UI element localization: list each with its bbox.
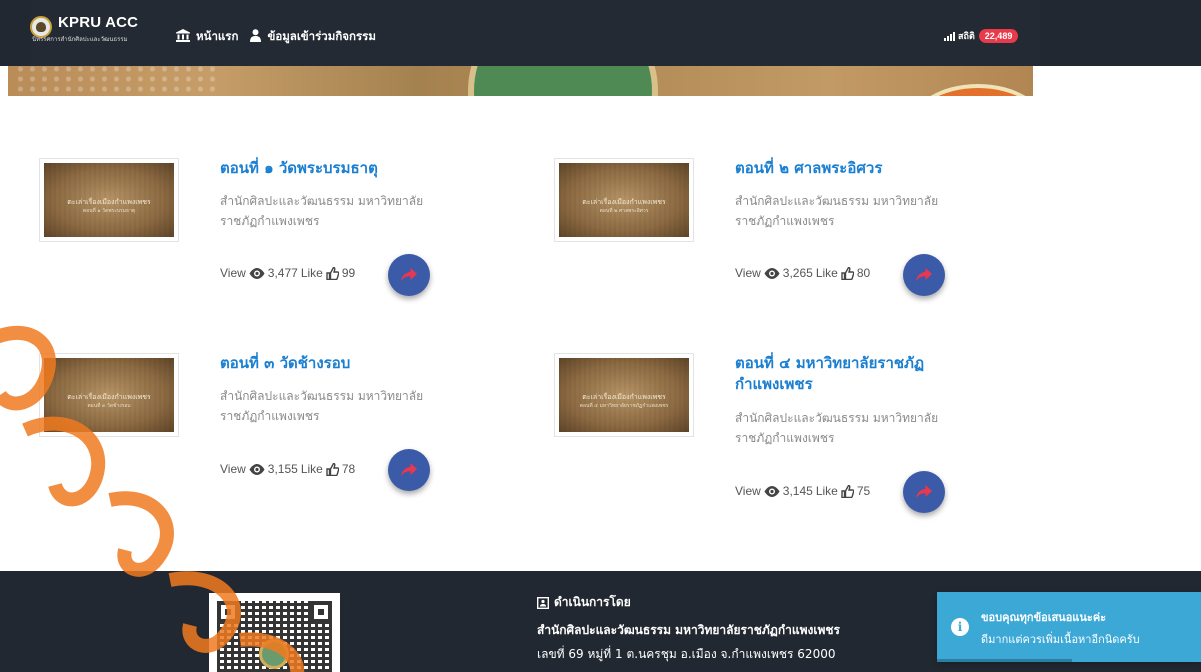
- like-count: 99: [341, 266, 356, 280]
- toast-message: ดีมากแต่ควรเพิ่มเนื้อหาอีกนิดครับ: [981, 633, 1140, 646]
- episode-description: สำนักศิลปะและวัฒนธรรม มหาวิทยาลัยราชภัฏก…: [735, 411, 939, 445]
- episode-thumbnail[interactable]: ตะเล่าเรื่องเมืองกำแพงเพชร ตอนที่ ๑ วัดพ…: [39, 158, 179, 242]
- view-count: 3,155: [267, 462, 298, 476]
- eye-icon: [764, 267, 780, 279]
- hero-emblem: [468, 66, 658, 96]
- footer-address: เลขที่ 69 หมู่ที่ 1 ต.นครชุม อ.เมือง จ.ก…: [537, 647, 836, 661]
- share-arrow-icon: [401, 463, 417, 477]
- feedback-toast[interactable]: i ขอบคุณทุกข้อเสนอแนะค่ะ ดีมากแต่ควรเพิ่…: [937, 592, 1201, 662]
- thumbs-up-icon: [841, 266, 854, 280]
- thumbnail-subcaption: ตอนที่ ๑ วัดพระบรมธาตุ: [82, 208, 136, 214]
- footer-organization: สำนักศิลปะและวัฒนธรรม มหาวิทยาลัยราชภัฏก…: [537, 623, 840, 637]
- like-label: Like: [300, 462, 323, 476]
- view-count: 3,145: [782, 484, 813, 498]
- thumbs-up-icon: [326, 462, 339, 476]
- share-arrow-icon: [916, 268, 932, 282]
- brand-title: KPRU ACC: [58, 14, 139, 31]
- operated-by-label: ดำเนินการโดย: [554, 595, 631, 609]
- episode-stats: View 3,477 Like 99: [220, 266, 355, 280]
- toast-timer-bar: [937, 659, 1072, 662]
- hero-decoration: [908, 84, 1033, 96]
- hero-banner: [8, 66, 1033, 96]
- episode-description: สำนักศิลปะและวัฒนธรรม มหาวิทยาลัยราชภัฏก…: [220, 389, 424, 423]
- share-button[interactable]: [903, 254, 945, 296]
- view-count: 3,265: [782, 266, 813, 280]
- stats-label: สถิติ: [958, 32, 975, 42]
- view-count: 3,477: [267, 266, 298, 280]
- share-button[interactable]: [903, 471, 945, 513]
- nav-participation-label: ข้อมูลเข้าร่วมกิจกรรม: [267, 29, 376, 43]
- view-label: View: [220, 266, 246, 280]
- episode-stats: View 3,265 Like 80: [735, 266, 870, 280]
- episode-title[interactable]: ตอนที่ ๓ วัดช้างรอบ: [220, 353, 450, 374]
- eye-icon: [249, 267, 265, 279]
- thumbs-up-icon: [326, 266, 339, 280]
- main-nav: หน้าแรก ข้อมูลเข้าร่วมกิจกรรม: [176, 28, 388, 46]
- qr-center-logo-icon: [259, 639, 289, 669]
- like-count: 75: [856, 484, 871, 498]
- thumbnail-subcaption: ตอนที่ ๔ มหาวิทยาลัยราชภัฏกำแพงเพชร: [579, 403, 669, 409]
- share-arrow-icon: [916, 485, 932, 499]
- thumbnail-subcaption: ตอนที่ ๒ ศาลพระอิศวร: [599, 208, 649, 214]
- episode-title[interactable]: ตอนที่ ๑ วัดพระบรมธาตุ: [220, 158, 450, 179]
- like-label: Like: [815, 266, 838, 280]
- info-icon: i: [951, 618, 969, 636]
- view-label: View: [735, 266, 761, 280]
- episode-stats: View 3,155 Like 78: [220, 462, 355, 476]
- stats-count-badge: 22,489: [978, 29, 1019, 43]
- thumbnail-subcaption: ตอนที่ ๓ วัดช้างรอบ: [87, 403, 131, 409]
- bank-icon: [176, 29, 190, 45]
- qr-code: [209, 593, 340, 672]
- episode-stats: View 3,145 Like 75: [735, 484, 870, 498]
- signal-bars-icon: [944, 31, 956, 41]
- visitor-stats: สถิติ 22,489: [944, 29, 1019, 43]
- toast-title: ขอบคุณทุกข้อเสนอแนะค่ะ: [981, 611, 1107, 624]
- view-label: View: [220, 462, 246, 476]
- episode-title[interactable]: ตอนที่ ๔ มหาวิทยาลัยราชภัฏกำแพงเพชร: [735, 353, 960, 395]
- like-label: Like: [815, 484, 838, 498]
- brand[interactable]: KPRU ACC นิทรรศการสำนักศิลปะและวัฒนธรรม: [30, 14, 138, 45]
- share-arrow-icon: [401, 268, 417, 282]
- id-card-icon: [537, 596, 549, 609]
- operated-by-heading: ดำเนินการโดย: [537, 593, 631, 612]
- like-label: Like: [300, 266, 323, 280]
- like-count: 78: [341, 462, 356, 476]
- episode-description: สำนักศิลปะและวัฒนธรรม มหาวิทยาลัยราชภัฏก…: [735, 194, 939, 228]
- user-icon: [250, 29, 262, 45]
- view-label: View: [735, 484, 761, 498]
- nav-participation[interactable]: ข้อมูลเข้าร่วมกิจกรรม: [250, 28, 376, 46]
- like-count: 80: [856, 266, 871, 280]
- share-button[interactable]: [388, 254, 430, 296]
- eye-icon: [249, 463, 265, 475]
- episode-thumbnail[interactable]: ตะเล่าเรื่องเมืองกำแพงเพชร ตอนที่ ๓ วัดช…: [39, 353, 179, 437]
- eye-icon: [764, 485, 780, 497]
- brand-subtitle: นิทรรศการสำนักศิลปะและวัฒนธรรม: [32, 36, 128, 43]
- nav-home[interactable]: หน้าแรก: [176, 28, 238, 46]
- episode-description: สำนักศิลปะและวัฒนธรรม มหาวิทยาลัยราชภัฏก…: [220, 194, 424, 228]
- episode-title[interactable]: ตอนที่ ๒ ศาลพระอิศวร: [735, 158, 965, 179]
- share-button[interactable]: [388, 449, 430, 491]
- thumbs-up-icon: [841, 484, 854, 498]
- episode-thumbnail[interactable]: ตะเล่าเรื่องเมืองกำแพงเพชร ตอนที่ ๔ มหาว…: [554, 353, 694, 437]
- episode-thumbnail[interactable]: ตะเล่าเรื่องเมืองกำแพงเพชร ตอนที่ ๒ ศาลพ…: [554, 158, 694, 242]
- nav-home-label: หน้าแรก: [196, 29, 239, 43]
